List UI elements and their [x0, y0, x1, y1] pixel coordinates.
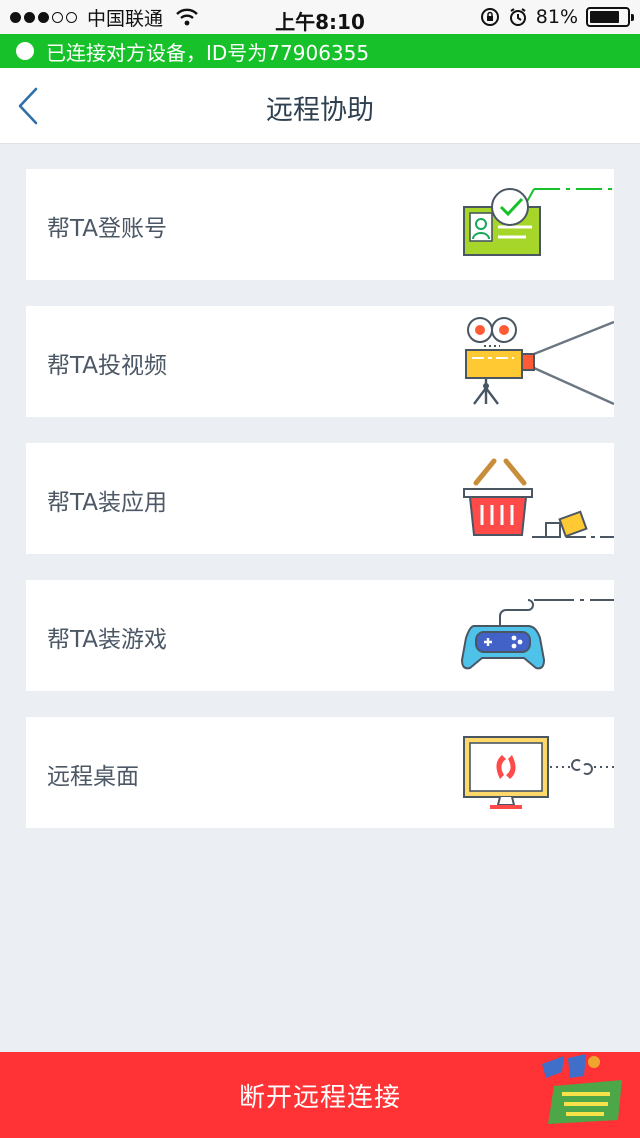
card-label: 帮TA投视频	[47, 353, 167, 379]
battery-icon	[586, 7, 634, 27]
alarm-icon	[509, 8, 526, 26]
account-card-icon	[463, 188, 614, 256]
status-left: 中国联通	[10, 0, 199, 34]
battery-fill	[590, 11, 620, 23]
gamepad-icon	[460, 599, 614, 670]
wifi-icon	[176, 8, 198, 26]
connected-dot-icon	[16, 42, 34, 60]
chevron-left-icon	[18, 87, 38, 125]
projector-icon	[465, 317, 614, 406]
monitor-icon	[463, 736, 614, 809]
connection-banner: 已连接对方设备，ID号为77906355	[0, 34, 640, 68]
card-label: 远程桌面	[47, 764, 139, 790]
card-install-game[interactable]: 帮TA装游戏	[26, 580, 614, 691]
back-button[interactable]	[8, 82, 48, 130]
battery-percent: 81%	[535, 6, 578, 28]
basket-icon	[463, 458, 614, 538]
page-title: 远程协助	[266, 95, 374, 126]
status-bar: 中国联通 上午8:10 81%	[0, 0, 640, 34]
card-install-app[interactable]: 帮TA装应用	[26, 443, 614, 554]
connection-text: 已连接对方设备，ID号为77906355	[46, 40, 370, 65]
status-right: 81%	[480, 0, 634, 34]
card-cast-video[interactable]: 帮TA投视频	[26, 306, 614, 417]
feature-list: 帮TA登账号 帮TA投视频 帮TA装应用 帮TA装游戏 远程桌面	[26, 169, 614, 854]
card-label: 帮TA登账号	[47, 216, 167, 242]
rotation-lock-icon	[480, 8, 499, 26]
card-label: 帮TA装应用	[47, 490, 167, 516]
watermark-logo	[542, 1054, 622, 1124]
carrier-name: 中国联通	[87, 7, 164, 30]
nav-bar: 远程协助	[0, 68, 640, 144]
card-remote-desktop[interactable]: 远程桌面	[26, 717, 614, 828]
signal-icon	[10, 11, 77, 23]
card-label: 帮TA装游戏	[47, 627, 167, 653]
card-login-account[interactable]: 帮TA登账号	[26, 169, 614, 280]
